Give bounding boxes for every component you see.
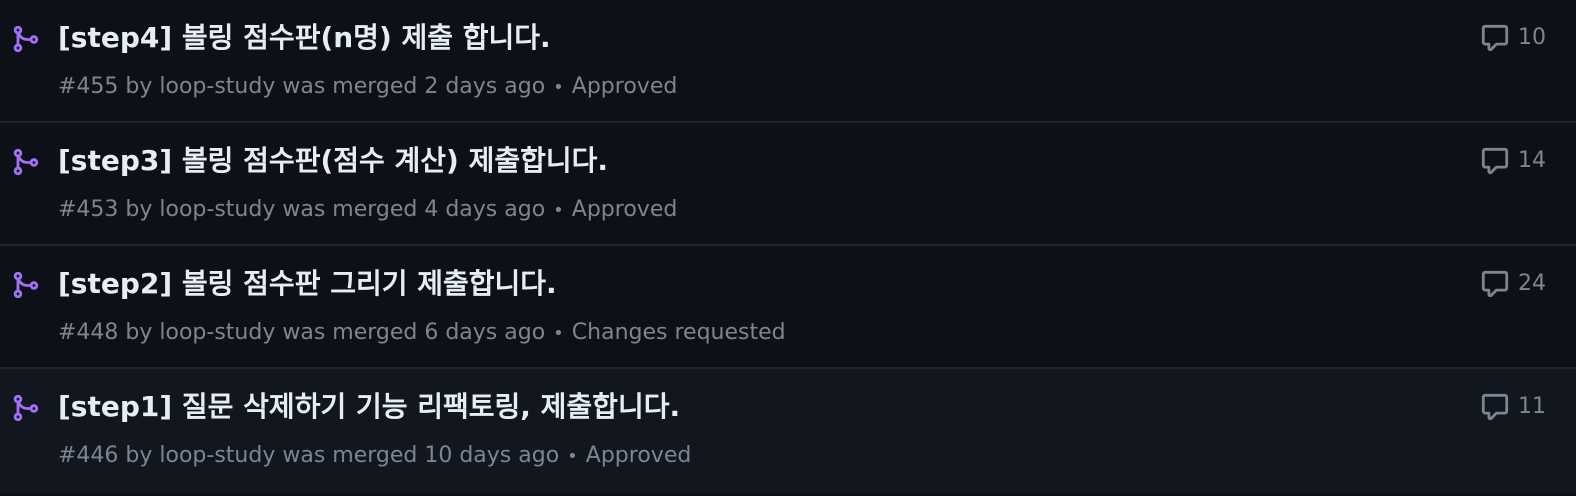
review-status-link[interactable]: Changes requested: [572, 320, 786, 345]
comment-count: 14: [1518, 148, 1546, 173]
comment-count: 11: [1518, 394, 1546, 419]
comments-link[interactable]: 24: [1480, 268, 1546, 300]
comment-icon: [1481, 147, 1509, 175]
comments-link[interactable]: 10: [1480, 22, 1546, 54]
pull-request-title-link[interactable]: [step2] 볼링 점수판 그리기 제출합니다.: [58, 264, 557, 304]
git-merge-icon: [13, 394, 39, 422]
pull-request-title-link[interactable]: [step4] 볼링 점수판(n명) 제출 합니다.: [58, 18, 551, 58]
pull-request-meta-text: #446 by loop-study was merged 10 days ag…: [58, 443, 560, 468]
review-status-link[interactable]: Approved: [586, 443, 692, 468]
pull-request-row: [step1] 질문 삭제하기 기능 리팩토링, 제출합니다. #446 by …: [0, 369, 1576, 493]
review-status-link[interactable]: Approved: [572, 74, 678, 99]
comment-icon: [1481, 270, 1509, 298]
meta-separator: •: [553, 323, 564, 344]
pull-request-meta: #446 by loop-study was merged 10 days ag…: [58, 440, 691, 473]
pull-request-meta: #455 by loop-study was merged 2 days ago…: [58, 71, 677, 104]
meta-separator: •: [553, 77, 564, 98]
meta-separator: •: [553, 200, 564, 221]
comment-count: 10: [1518, 25, 1546, 50]
git-merge-icon: [13, 271, 39, 299]
comments-link[interactable]: 11: [1480, 391, 1546, 423]
pull-request-row: [step3] 볼링 점수판(점수 계산) 제출합니다. #453 by loo…: [0, 123, 1576, 246]
pull-request-row: [step2] 볼링 점수판 그리기 제출합니다. #448 by loop-s…: [0, 246, 1576, 369]
review-status-link[interactable]: Approved: [572, 197, 678, 222]
comment-icon: [1481, 393, 1509, 421]
pull-request-meta-text: #453 by loop-study was merged 4 days ago: [58, 197, 546, 222]
pull-request-list: [step4] 볼링 점수판(n명) 제출 합니다. #455 by loop-…: [0, 0, 1576, 496]
meta-separator: •: [567, 446, 578, 467]
comment-icon: [1481, 24, 1509, 52]
pull-request-meta-text: #455 by loop-study was merged 2 days ago: [58, 74, 546, 99]
pull-request-meta: #448 by loop-study was merged 6 days ago…: [58, 317, 786, 350]
pull-request-title-link[interactable]: [step3] 볼링 점수판(점수 계산) 제출합니다.: [58, 141, 608, 181]
pull-request-row: [step4] 볼링 점수판(n명) 제출 합니다. #455 by loop-…: [0, 0, 1576, 123]
git-merge-icon: [13, 148, 39, 176]
comment-count: 24: [1518, 271, 1546, 296]
pull-request-meta-text: #448 by loop-study was merged 6 days ago: [58, 320, 546, 345]
pull-request-meta: #453 by loop-study was merged 4 days ago…: [58, 194, 677, 227]
comments-link[interactable]: 14: [1480, 145, 1546, 177]
pull-request-title-link[interactable]: [step1] 질문 삭제하기 기능 리팩토링, 제출합니다.: [58, 387, 680, 427]
git-merge-icon: [13, 25, 39, 53]
